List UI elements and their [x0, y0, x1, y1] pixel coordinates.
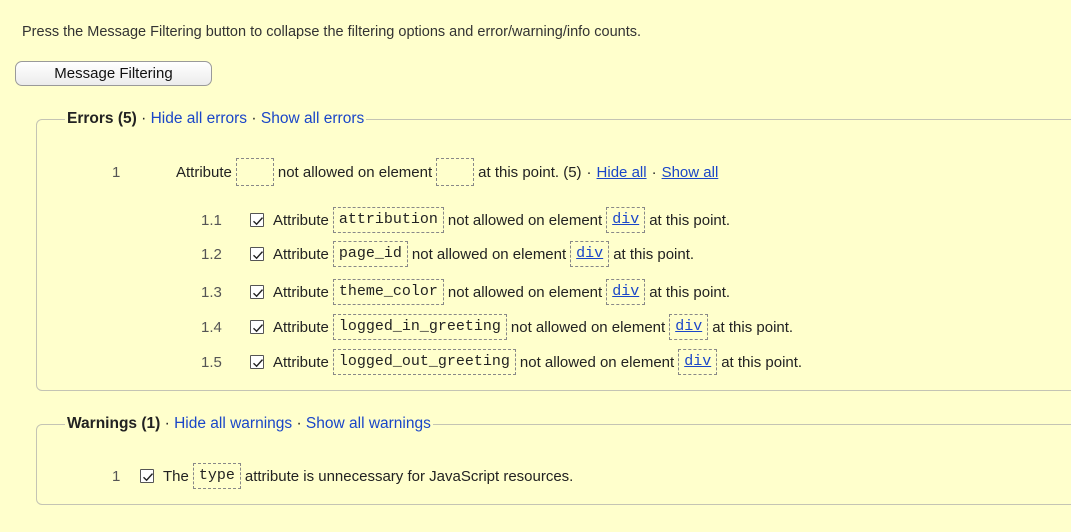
checkmark-icon [253, 217, 264, 226]
separator: · [141, 110, 147, 127]
error-item-number: 1.4 [201, 318, 222, 336]
separator: · [251, 110, 257, 127]
errors-title: Errors (5) [67, 110, 137, 127]
show-all-errors-link[interactable]: Show all errors [261, 110, 364, 127]
item-prefix: Attribute [273, 318, 329, 336]
warning-number: 1 [112, 467, 121, 485]
group-prefix: Attribute [176, 163, 232, 181]
error-item-number: 1.2 [201, 245, 222, 263]
warning-code: type [192, 463, 241, 489]
item-suffix: at this point. [649, 283, 731, 301]
error-item-checkbox[interactable] [250, 320, 264, 334]
show-all-warnings-link[interactable]: Show all warnings [306, 415, 431, 432]
warning-checkbox[interactable] [140, 469, 154, 483]
error-item-row: 1.3 Attribute theme_color not allowed on el… [201, 276, 730, 308]
error-group-number: 1 [112, 163, 121, 181]
error-item-row: 1.4 Attribute logged_in_greeting not allowe… [201, 311, 793, 343]
error-group-row: 1 Attribute not allowed on element at th… [112, 156, 718, 188]
separator: · [651, 163, 657, 181]
item-prefix: Attribute [273, 211, 329, 229]
error-item-row: 1.2 Attribute page_id not allowed on elemen… [201, 238, 694, 270]
warning-prefix: The [163, 467, 189, 485]
hide-all-link[interactable]: Hide all [597, 164, 647, 181]
element-link[interactable]: div [612, 283, 639, 300]
attribute-placeholder [235, 158, 274, 186]
error-item-number: 1.5 [201, 353, 222, 371]
warnings-title: Warnings (1) [67, 415, 161, 432]
attribute-code: theme_color [332, 279, 444, 305]
error-item-checkbox[interactable] [250, 285, 264, 299]
element-code: div [669, 314, 709, 340]
error-item-checkbox[interactable] [250, 213, 264, 227]
element-code: div [570, 241, 610, 267]
hide-all-warnings-link[interactable]: Hide all warnings [174, 415, 292, 432]
separator: · [586, 163, 592, 181]
warnings-legend: Warnings (1) · Hide all warnings · Show … [65, 415, 433, 433]
show-all-link[interactable]: Show all [662, 164, 719, 181]
separator: · [164, 415, 170, 432]
item-suffix: at this point. [712, 318, 794, 336]
item-suffix: at this point. [613, 245, 695, 263]
item-suffix: at this point. [721, 353, 803, 371]
group-middle: not allowed on element [277, 163, 433, 181]
item-middle: not allowed on element [447, 283, 603, 301]
group-suffix: at this point. (5) [478, 163, 582, 181]
error-item-row: 1.1 Attribute attribution not allowed on el… [201, 204, 730, 236]
error-item-checkbox[interactable] [250, 355, 264, 369]
separator: · [296, 415, 302, 432]
validator-panel: Press the Message Filtering button to co… [0, 0, 1071, 532]
error-item-number: 1.1 [201, 211, 222, 229]
item-middle: not allowed on element [519, 353, 675, 371]
error-item-number: 1.3 [201, 283, 222, 301]
warning-suffix: attribute is unnecessary for JavaScript … [244, 467, 574, 485]
attribute-code: attribution [332, 207, 444, 233]
item-suffix: at this point. [649, 211, 731, 229]
hide-all-errors-link[interactable]: Hide all errors [151, 110, 247, 127]
checkmark-icon [253, 289, 264, 298]
element-link[interactable]: div [576, 245, 603, 262]
checkmark-icon [253, 251, 264, 260]
message-filtering-button[interactable]: Message Filtering [15, 61, 212, 86]
warning-row: 1 The type attribute is unnecessary for … [112, 461, 573, 491]
attribute-code: logged_out_greeting [332, 349, 516, 375]
attribute-code: logged_in_greeting [332, 314, 507, 340]
element-code: div [606, 279, 646, 305]
checkmark-icon [143, 473, 154, 482]
item-prefix: Attribute [273, 353, 329, 371]
intro-text: Press the Message Filtering button to co… [22, 24, 642, 40]
item-prefix: Attribute [273, 283, 329, 301]
element-link[interactable]: div [684, 353, 711, 370]
errors-legend: Errors (5) · Hide all errors · Show all … [65, 110, 366, 128]
error-item-checkbox[interactable] [250, 247, 264, 261]
warnings-group: Warnings (1) · Hide all warnings · Show … [36, 415, 1071, 505]
element-code: div [606, 207, 646, 233]
error-item-row: 1.5 Attribute logged_out_greeting not allow… [201, 346, 802, 378]
element-placeholder [436, 158, 475, 186]
attribute-code: page_id [332, 241, 408, 267]
item-middle: not allowed on element [447, 211, 603, 229]
element-link[interactable]: div [675, 318, 702, 335]
item-prefix: Attribute [273, 245, 329, 263]
checkmark-icon [253, 324, 264, 333]
element-code: div [678, 349, 718, 375]
checkmark-icon [253, 359, 264, 368]
item-middle: not allowed on element [411, 245, 567, 263]
item-middle: not allowed on element [510, 318, 666, 336]
element-link[interactable]: div [612, 211, 639, 228]
